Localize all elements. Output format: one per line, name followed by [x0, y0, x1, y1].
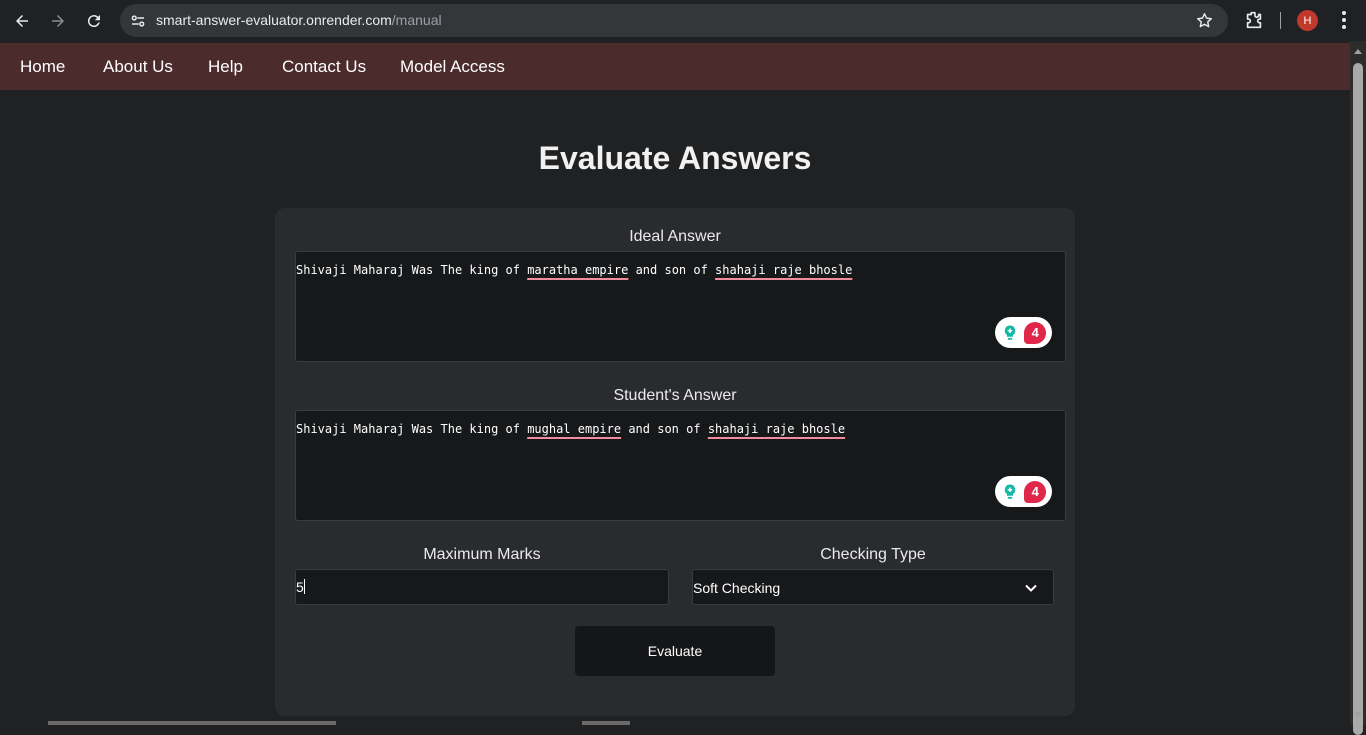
grammar-checker-badge[interactable]: 4	[995, 476, 1052, 507]
student-answer-label: Student's Answer	[613, 387, 737, 404]
back-icon[interactable]	[9, 8, 35, 34]
grammar-checker-badge[interactable]: 4	[995, 317, 1052, 348]
student-text-flagged[interactable]: mughal empire	[527, 422, 621, 436]
maximum-marks-input[interactable]: 5	[295, 569, 669, 605]
checking-type-select[interactable]: Soft Checking	[692, 569, 1054, 605]
menu-icon[interactable]	[1334, 9, 1354, 31]
star-icon[interactable]	[1195, 11, 1214, 30]
scrollbar-thumb[interactable]	[1353, 63, 1363, 735]
maximum-marks-value: 5	[296, 579, 305, 595]
browser-toolbar: smart-answer-evaluator.onrender.com/manu…	[0, 0, 1366, 41]
nav-home[interactable]: Home	[20, 57, 65, 77]
issue-count-badge: 4	[1024, 480, 1047, 503]
nav-model-access[interactable]: Model Access	[400, 57, 505, 77]
horizontal-scroll-indicator	[582, 721, 630, 725]
url-text: smart-answer-evaluator.onrender.com/manu…	[156, 12, 442, 28]
toolbar-divider	[1280, 12, 1281, 29]
extensions-icon[interactable]	[1243, 9, 1265, 31]
maximum-marks-label: Maximum Marks	[423, 546, 541, 563]
nav-about-us[interactable]: About Us	[103, 57, 173, 77]
ideal-text-flagged[interactable]: shahaji raje bhosle	[715, 263, 852, 277]
ideal-answer-textarea[interactable]: Shivaji Maharaj Was The king of maratha …	[295, 251, 1066, 362]
ideal-text-part: Shivaji Maharaj Was The king of	[296, 263, 528, 277]
student-answer-text: Shivaji Maharaj Was The king of mughal e…	[296, 422, 845, 436]
chevron-down-icon	[1025, 584, 1037, 592]
evaluation-form: Ideal Answer Shivaji Maharaj Was The kin…	[275, 208, 1075, 716]
student-text-flagged[interactable]: shahaji raje bhosle	[708, 422, 845, 436]
reload-icon[interactable]	[81, 8, 107, 34]
page-title: Evaluate Answers	[538, 140, 812, 176]
ideal-text-part: and son of	[628, 263, 716, 277]
student-text-part: and son of	[621, 422, 708, 436]
url-host: smart-answer-evaluator.onrender.com	[156, 12, 392, 28]
ideal-answer-label: Ideal Answer	[629, 228, 721, 245]
scroll-down-arrow-icon[interactable]	[1354, 712, 1362, 717]
site-settings-icon[interactable]	[129, 12, 147, 30]
nav-contact-us[interactable]: Contact Us	[282, 57, 366, 77]
text-caret	[303, 579, 305, 594]
horizontal-scroll-indicator	[48, 721, 336, 725]
student-text-part: Shivaji Maharaj Was The king of	[296, 422, 528, 436]
nav-help[interactable]: Help	[208, 57, 243, 77]
scroll-up-arrow-icon[interactable]	[1354, 49, 1362, 54]
address-bar[interactable]: smart-answer-evaluator.onrender.com/manu…	[120, 4, 1228, 37]
forward-icon[interactable]	[45, 8, 71, 34]
vertical-scrollbar[interactable]	[1350, 41, 1366, 735]
issue-count-badge: 4	[1024, 321, 1047, 344]
maximum-marks-text: 5	[296, 579, 304, 595]
lightbulb-icon	[1004, 325, 1015, 340]
evaluate-button[interactable]: Evaluate	[575, 626, 775, 676]
lightbulb-icon	[1004, 484, 1015, 499]
url-path: /manual	[391, 12, 442, 28]
profile-avatar[interactable]: H	[1297, 10, 1318, 31]
checking-type-label: Checking Type	[820, 546, 926, 563]
ideal-text-flagged[interactable]: maratha empire	[527, 263, 628, 277]
student-answer-textarea[interactable]: Shivaji Maharaj Was The king of mughal e…	[295, 410, 1066, 521]
checking-type-value: Soft Checking	[693, 580, 781, 596]
site-navbar: Home About Us Help Contact Us Model Acce…	[0, 43, 1350, 90]
ideal-answer-text: Shivaji Maharaj Was The king of maratha …	[296, 263, 852, 277]
